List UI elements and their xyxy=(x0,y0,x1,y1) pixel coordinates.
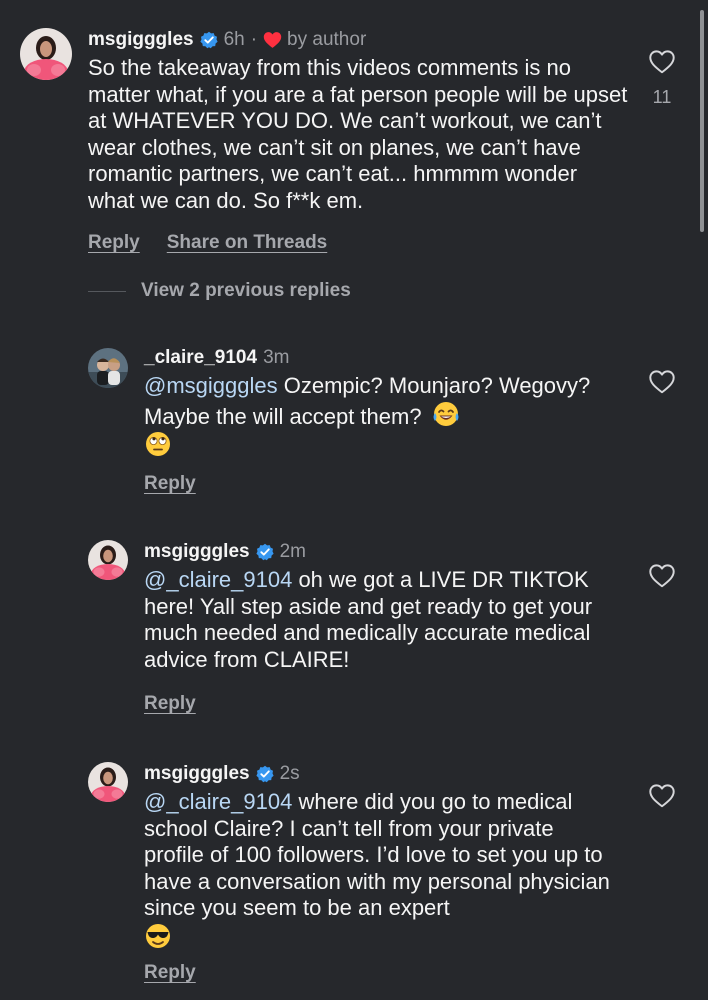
timestamp: 2m xyxy=(279,541,306,562)
reply-text: @_claire_9104 oh we got a LIVE DR TIKTOK… xyxy=(144,567,614,673)
replies-divider-line xyxy=(88,290,126,292)
view-previous-replies[interactable]: View 2 previous replies xyxy=(88,280,351,302)
author-liked-heart-icon xyxy=(263,31,282,49)
face-with-rolling-eyes-icon xyxy=(144,430,172,458)
like-control xyxy=(632,784,692,813)
verified-badge-icon xyxy=(255,765,274,783)
reply-body: _claire_9104 3m @msgigggles Ozempic? Mou… xyxy=(144,346,614,495)
username[interactable]: msgigggles xyxy=(144,762,250,786)
timestamp: 2s xyxy=(279,763,300,784)
timestamp: 3m xyxy=(263,347,290,368)
comment-body: msgigggles 6h · by author So the takeawa… xyxy=(88,28,628,254)
reply: _claire_9104 3m @msgigggles Ozempic? Mou… xyxy=(0,340,708,500)
reply-button[interactable]: Reply xyxy=(144,473,196,495)
like-count: 11 xyxy=(652,87,672,107)
mention-link[interactable]: @_claire_9104 xyxy=(144,567,292,592)
username[interactable]: _claire_9104 xyxy=(144,346,257,370)
reply: msgigggles 2s @_claire_9104 where did yo… xyxy=(0,756,708,1000)
reply-meta: msgigggles 2s xyxy=(144,762,614,786)
reply-meta: msgigggles 2m xyxy=(144,540,614,564)
meta-separator: · xyxy=(250,29,258,50)
verified-badge-icon xyxy=(255,543,274,561)
reply-button[interactable]: Reply xyxy=(144,693,196,715)
reply-meta: _claire_9104 3m xyxy=(144,346,614,370)
username[interactable]: msgigggles xyxy=(144,540,250,564)
comment-text: So the takeaway from this videos comment… xyxy=(88,55,628,213)
view-previous-replies-label[interactable]: View 2 previous replies xyxy=(141,280,351,302)
heart-outline-icon[interactable] xyxy=(649,784,675,808)
like-control xyxy=(632,370,692,399)
reply-button[interactable]: Reply xyxy=(88,232,140,254)
reply-button[interactable]: Reply xyxy=(144,962,196,984)
reply-actions: Reply xyxy=(144,962,614,984)
heart-outline-icon[interactable] xyxy=(649,564,675,588)
avatar[interactable] xyxy=(20,28,72,80)
mention-link[interactable]: @_claire_9104 xyxy=(144,789,292,814)
verified-badge-icon xyxy=(199,31,218,49)
like-control xyxy=(632,564,692,593)
reply-body: msgigggles 2s @_claire_9104 where did yo… xyxy=(144,762,614,984)
avatar[interactable] xyxy=(88,348,128,388)
smiling-face-with-sunglasses-icon xyxy=(144,922,172,950)
reply-actions: Reply xyxy=(144,473,614,495)
comment-meta: msgigggles 6h · by author xyxy=(88,28,628,52)
reply-text: @_claire_9104 where did you go to medica… xyxy=(144,789,614,952)
heart-outline-icon[interactable] xyxy=(649,50,675,74)
avatar[interactable] xyxy=(88,762,128,802)
avatar[interactable] xyxy=(88,540,128,580)
like-control: 11 xyxy=(632,50,692,108)
share-on-threads-button[interactable]: Share on Threads xyxy=(167,232,328,254)
face-with-tears-of-joy-icon xyxy=(432,400,460,428)
timestamp: 6h xyxy=(223,29,245,50)
reply-text: @msgigggles Ozempic? Mounjaro? Wegovy? M… xyxy=(144,373,614,461)
reply-body: msgigggles 2m @_claire_9104 oh we got a … xyxy=(144,540,614,715)
username[interactable]: msgigggles xyxy=(88,28,194,52)
heart-outline-icon[interactable] xyxy=(649,370,675,394)
reply: msgigggles 2m @_claire_9104 oh we got a … xyxy=(0,534,708,724)
comment: msgigggles 6h · by author So the takeawa… xyxy=(0,0,708,270)
comment-actions: Reply Share on Threads xyxy=(88,232,628,254)
mention-link[interactable]: @msgigggles xyxy=(144,373,278,398)
by-author-label: by author xyxy=(287,29,367,50)
reply-actions: Reply xyxy=(144,693,614,715)
